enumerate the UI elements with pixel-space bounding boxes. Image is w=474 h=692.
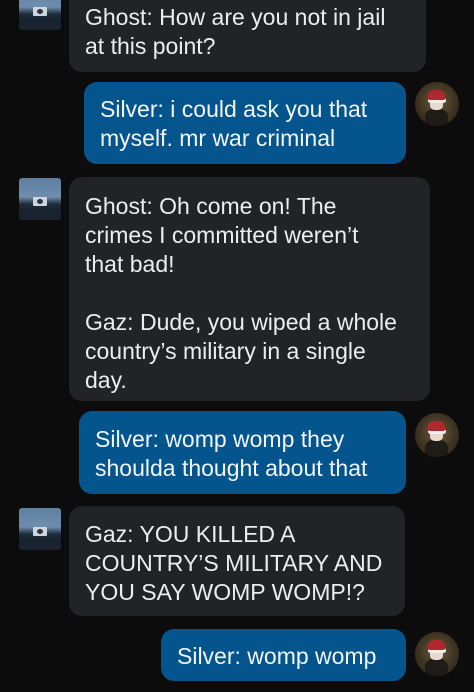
avatar-hat-icon: [428, 640, 445, 650]
message-line: that bad!: [85, 251, 175, 277]
message-bubble-silver[interactable]: Silver: womp womp they shoulda thought a…: [79, 411, 406, 494]
ghost-avatar[interactable]: [19, 178, 61, 220]
message-line: day.: [85, 367, 127, 393]
avatar-ground: [19, 22, 61, 30]
message-bubble-silver[interactable]: Silver: i could ask you that myself. mr …: [84, 82, 406, 164]
silver-avatar[interactable]: [415, 82, 459, 126]
ghost-avatar[interactable]: [19, 0, 61, 30]
silver-avatar[interactable]: [415, 632, 459, 676]
message-line: shoulda thought about that: [95, 455, 368, 481]
message-line: Silver: womp womp they: [95, 426, 345, 452]
avatar-coat: [425, 440, 448, 457]
avatar-skull-icon: [37, 199, 43, 204]
avatar-ground: [19, 212, 61, 220]
message-line: myself. mr war criminal: [100, 125, 336, 151]
ghost-avatar[interactable]: [19, 508, 61, 550]
message-line: Ghost: Oh come on! The: [85, 193, 337, 219]
message-line: Ghost: How are you not in jail: [85, 4, 386, 30]
message-line: Silver: i could ask you that: [100, 96, 368, 122]
avatar-coat: [425, 659, 448, 676]
message-bubble-silver[interactable]: Silver: womp womp: [161, 629, 406, 681]
message-line: Gaz: YOU KILLED A: [85, 521, 296, 547]
avatar-hat-icon: [428, 421, 445, 431]
message-line: crimes I committed weren’t: [85, 222, 359, 248]
message-line: YOU SAY WOMP WOMP!?: [85, 579, 365, 605]
avatar-skull-icon: [37, 9, 43, 14]
message-line: Silver: womp womp: [177, 643, 377, 669]
silver-avatar[interactable]: [415, 413, 459, 457]
message-line: COUNTRY’S MILITARY AND: [85, 550, 383, 576]
avatar-ground: [19, 542, 61, 550]
message-line: Gaz: Dude, you wiped a whole: [85, 309, 397, 335]
message-bubble-ghost[interactable]: Gaz: YOU KILLED A COUNTRY’S MILITARY AND…: [69, 506, 405, 616]
avatar-coat: [425, 109, 448, 126]
message-bubble-ghost[interactable]: Ghost: How are you not in jail at this p…: [69, 0, 426, 72]
message-line: country’s military in a single: [85, 338, 366, 364]
avatar-hat-icon: [428, 90, 445, 100]
avatar-skull-icon: [37, 529, 43, 534]
message-line: at this point?: [85, 33, 216, 59]
message-bubble-ghost[interactable]: Ghost: Oh come on! The crimes I committe…: [69, 177, 430, 401]
